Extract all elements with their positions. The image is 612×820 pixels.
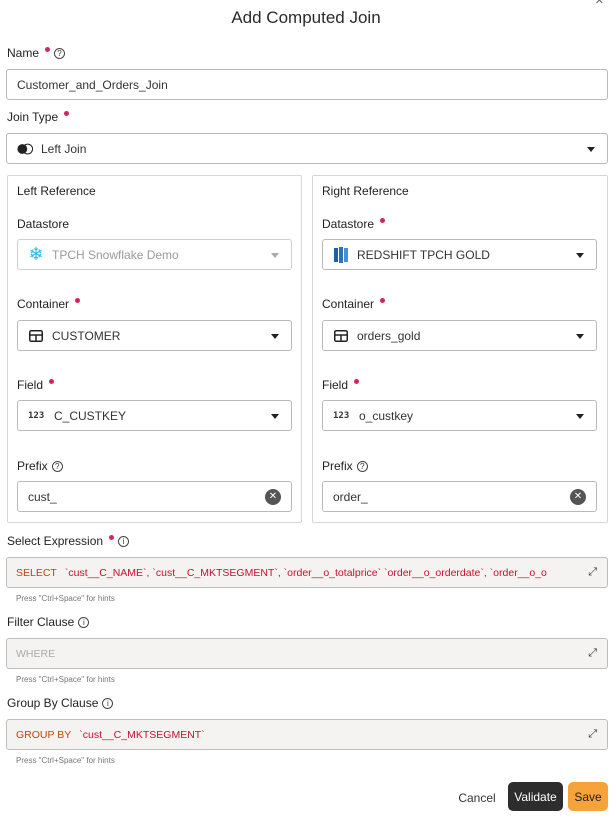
- right-container-label-text: Container: [322, 297, 375, 311]
- save-button[interactable]: Save: [568, 782, 608, 811]
- right-datastore-label-text: Datastore: [322, 217, 375, 231]
- chevron-down-icon: [576, 414, 584, 419]
- info-icon[interactable]: i: [78, 616, 90, 628]
- snowflake-icon: ❄: [28, 244, 44, 264]
- chevron-down-icon: [271, 253, 279, 258]
- right-reference-title: Right Reference: [322, 184, 409, 198]
- select-expression-editor[interactable]: SELECT `cust__C_NAME`, `cust__C_MKTSEGME…: [6, 557, 608, 588]
- right-datastore-select[interactable]: REDSHIFT TPCH GOLD: [322, 239, 597, 270]
- required-indicator: [354, 378, 360, 384]
- right-datastore-value: REDSHIFT TPCH GOLD: [357, 247, 490, 262]
- filter-clause-label-text: Filter Clause: [7, 615, 75, 629]
- group-by-editor[interactable]: GROUP BY `cust__C_MKTSEGMENT` ⤢: [6, 719, 608, 750]
- numeric-type-icon: 123: [28, 410, 45, 421]
- group-by-label: Group By Clause i: [7, 696, 114, 710]
- required-indicator: [49, 378, 55, 384]
- venn-icon: [17, 141, 33, 157]
- right-prefix-label: Prefix ?: [322, 459, 368, 473]
- select-expression-label-text: Select Expression: [7, 534, 104, 548]
- help-icon[interactable]: ?: [356, 460, 368, 472]
- right-field-value: o_custkey: [359, 408, 414, 423]
- right-prefix-input[interactable]: order_ ✕: [322, 481, 597, 512]
- group-by-hint: Press "Ctrl+Space" for hints: [16, 756, 115, 765]
- select-expression-value: `cust__C_NAME`, `cust__C_MKTSEGMENT`, `o…: [64, 566, 547, 579]
- sql-keyword: GROUP BY: [16, 728, 72, 741]
- name-input[interactable]: Customer_and_Orders_Join: [6, 69, 608, 100]
- required-indicator: [109, 534, 115, 540]
- left-prefix-input[interactable]: cust_ ✕: [17, 481, 292, 512]
- right-container-value: orders_gold: [357, 328, 421, 343]
- table-icon: [28, 328, 44, 344]
- filter-clause-editor[interactable]: WHERE ⤢: [6, 638, 608, 669]
- dialog-title: Add Computed Join: [231, 8, 381, 27]
- required-indicator: [64, 110, 70, 116]
- required-indicator: [380, 217, 386, 223]
- join-type-value: Left Join: [41, 141, 87, 156]
- right-datastore-label: Datastore: [322, 217, 386, 231]
- cancel-button[interactable]: Cancel: [450, 783, 504, 812]
- info-icon[interactable]: i: [118, 535, 130, 547]
- help-icon[interactable]: ?: [51, 460, 63, 472]
- right-prefix-label-text: Prefix: [322, 459, 353, 473]
- left-prefix-value: cust_: [28, 489, 57, 504]
- right-container-select[interactable]: orders_gold: [322, 320, 597, 351]
- name-label-text: Name: [7, 46, 40, 60]
- chevron-down-icon: [576, 253, 584, 258]
- left-container-label: Container: [17, 297, 81, 311]
- left-container-select[interactable]: CUSTOMER: [17, 320, 292, 351]
- left-field-select[interactable]: 123 C_CUSTKEY: [17, 400, 292, 431]
- right-field-label: Field: [322, 378, 360, 392]
- chevron-down-icon: [271, 334, 279, 339]
- name-input-value: Customer_and_Orders_Join: [17, 77, 168, 92]
- clear-icon[interactable]: ✕: [570, 489, 586, 505]
- left-prefix-label: Prefix ?: [17, 459, 63, 473]
- help-icon[interactable]: ?: [54, 47, 66, 59]
- left-field-label-text: Field: [17, 378, 44, 392]
- numeric-type-icon: 123: [333, 410, 350, 421]
- filter-clause-label: Filter Clause i: [7, 615, 90, 629]
- select-expression-hint: Press "Ctrl+Space" for hints: [16, 594, 115, 603]
- chevron-down-icon: [587, 147, 595, 152]
- sql-keyword: SELECT: [16, 566, 57, 579]
- join-type-label-text: Join Type: [7, 110, 59, 124]
- chevron-down-icon: [576, 334, 584, 339]
- chevron-down-icon: [271, 414, 279, 419]
- left-container-label-text: Container: [17, 297, 70, 311]
- left-field-label: Field: [17, 378, 55, 392]
- left-datastore-value: TPCH Snowflake Demo: [52, 247, 179, 262]
- name-label: Name ?: [7, 46, 66, 60]
- right-field-select[interactable]: 123 o_custkey: [322, 400, 597, 431]
- left-reference-title: Left Reference: [17, 184, 96, 198]
- left-field-value: C_CUSTKEY: [54, 408, 127, 423]
- left-prefix-label-text: Prefix: [17, 459, 48, 473]
- join-type-label: Join Type: [7, 110, 70, 124]
- info-icon[interactable]: i: [102, 697, 114, 709]
- select-expression-label: Select Expression i: [7, 534, 130, 548]
- group-by-value: `cust__C_MKTSEGMENT`: [79, 728, 205, 741]
- validate-button[interactable]: Validate: [508, 782, 563, 811]
- filter-clause-placeholder: WHERE: [16, 647, 56, 660]
- required-indicator: [380, 297, 386, 303]
- left-container-value: CUSTOMER: [52, 328, 121, 343]
- group-by-label-text: Group By Clause: [7, 696, 99, 710]
- table-icon: [333, 328, 349, 344]
- expand-icon[interactable]: ⤢: [588, 728, 597, 741]
- clear-icon[interactable]: ✕: [265, 489, 281, 505]
- left-datastore-select: ❄ TPCH Snowflake Demo: [17, 239, 292, 270]
- redshift-icon: [333, 246, 349, 263]
- right-field-label-text: Field: [322, 378, 349, 392]
- required-indicator: [45, 46, 51, 52]
- right-container-label: Container: [322, 297, 386, 311]
- left-datastore-label-text: Datastore: [17, 217, 70, 231]
- required-indicator: [75, 297, 81, 303]
- left-datastore-label: Datastore: [17, 217, 69, 231]
- expand-icon[interactable]: ⤢: [588, 647, 597, 660]
- join-type-select[interactable]: Left Join: [6, 133, 608, 164]
- right-prefix-value: order_: [333, 489, 368, 504]
- filter-clause-hint: Press "Ctrl+Space" for hints: [16, 675, 115, 684]
- close-icon[interactable]: ✕: [595, 0, 604, 7]
- expand-icon[interactable]: ⤢: [588, 566, 597, 579]
